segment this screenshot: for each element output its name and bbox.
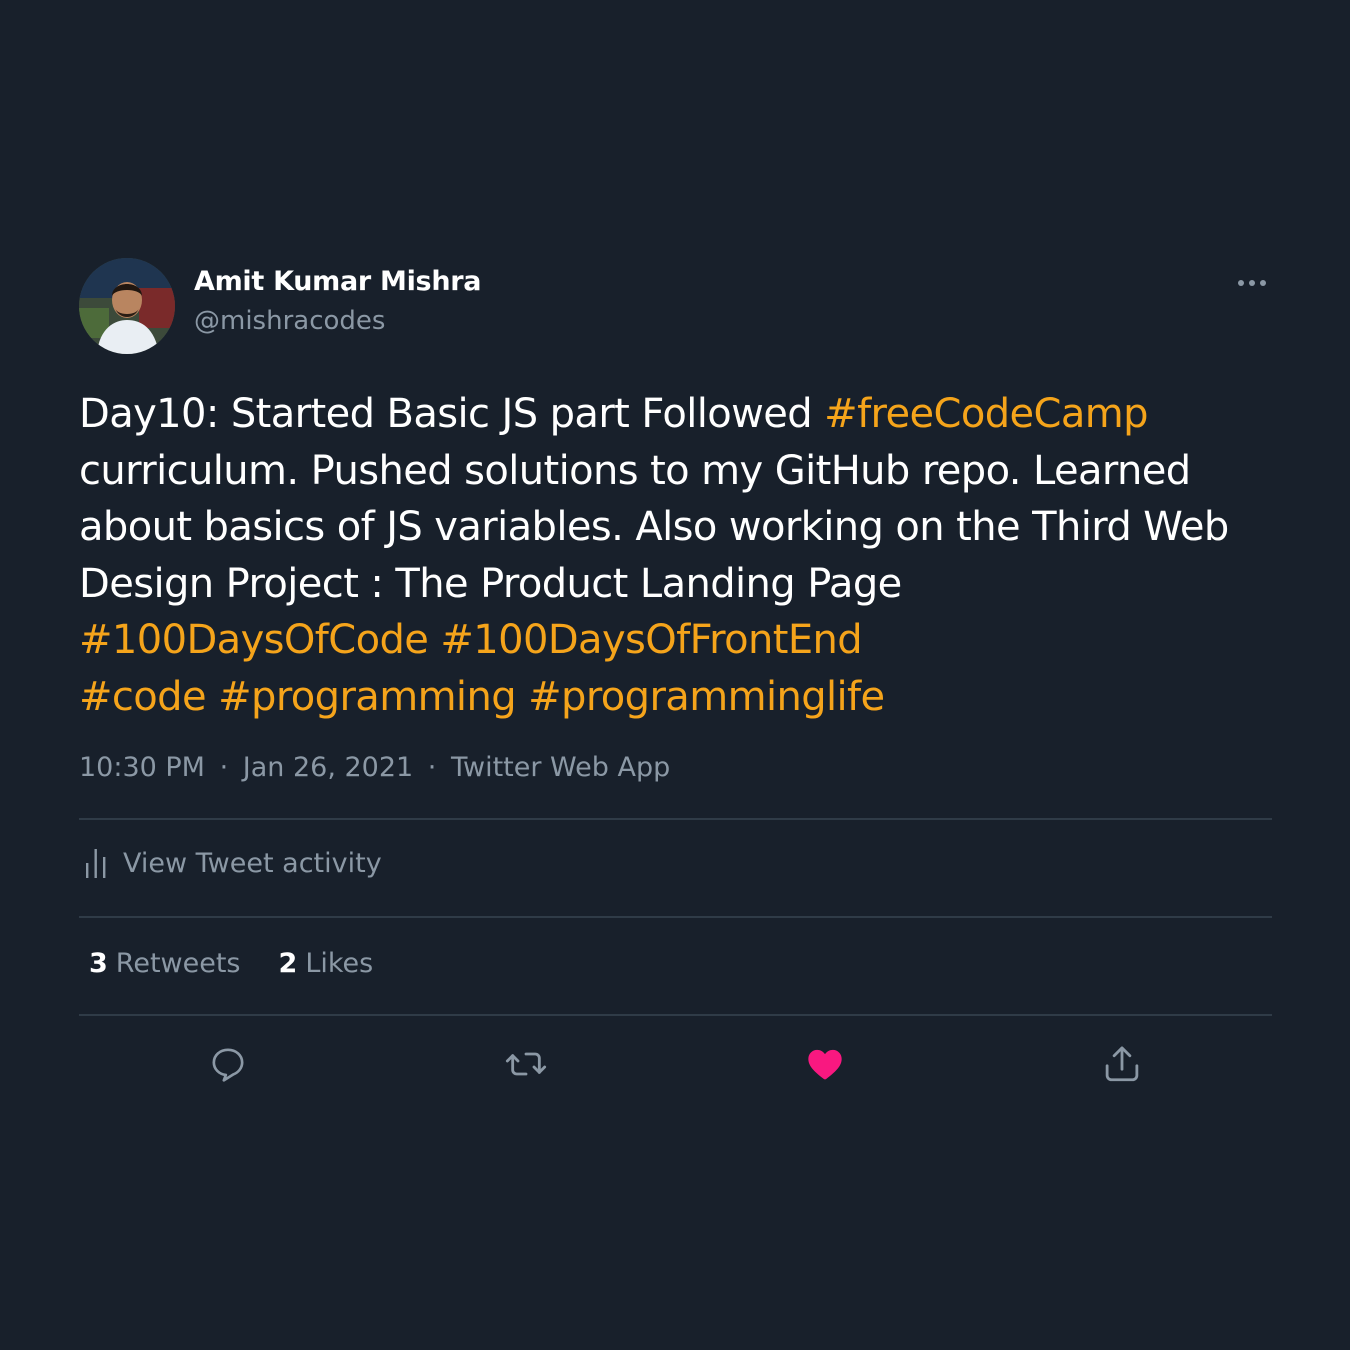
bar-chart-icon xyxy=(85,846,107,880)
tweet-text-line: about basics of JS variables. Also worki… xyxy=(79,499,1272,556)
author-handle[interactable]: @mishracodes xyxy=(194,306,385,336)
share-icon xyxy=(1105,1046,1139,1082)
hashtag-link[interactable]: #code xyxy=(79,674,207,720)
tweet-text: Day10: Started Basic JS part Followed #f… xyxy=(79,386,1272,725)
view-tweet-activity-label: View Tweet activity xyxy=(123,847,382,879)
tweet-card: Amit Kumar Mishra @mishracodes Day10: St… xyxy=(79,258,1272,1082)
view-tweet-activity-link[interactable]: View Tweet activity xyxy=(85,846,382,880)
avatar-photo xyxy=(79,258,175,354)
tweet-header: Amit Kumar Mishra @mishracodes xyxy=(79,258,1272,354)
divider xyxy=(79,1014,1272,1016)
likes-count: 2 xyxy=(278,948,298,979)
retweet-icon xyxy=(505,1052,547,1076)
tweet-stats: 3 Retweets 2 Likes xyxy=(89,948,411,979)
tweet-text-segment xyxy=(516,674,528,720)
likes-label: Likes xyxy=(305,948,374,979)
tweet-text-line: Design Project : The Product Landing Pag… xyxy=(79,556,1272,613)
tweet-text-line: #code #programming #programminglife xyxy=(79,669,1272,726)
tweet-date[interactable]: Jan 26, 2021 xyxy=(243,752,413,783)
retweets-label: Retweets xyxy=(115,948,241,979)
tweet-source[interactable]: Twitter Web App xyxy=(451,752,670,783)
likes-stat[interactable]: 2 Likes xyxy=(279,948,374,979)
reply-button[interactable] xyxy=(206,1042,250,1086)
tweet-text-segment: Design Project : The Product Landing Pag… xyxy=(79,560,902,607)
heart-icon xyxy=(808,1049,842,1080)
tweet-meta: 10:30 PM · Jan 26, 2021 · Twitter Web Ap… xyxy=(79,752,670,783)
meta-separator: · xyxy=(219,752,229,783)
divider xyxy=(79,818,1272,820)
tweet-text-segment: Day10: Started Basic JS part Followed xyxy=(79,391,825,437)
more-options-icon xyxy=(1238,280,1266,286)
tweet-text-segment: curriculum. Pushed solutions to my GitHu… xyxy=(79,447,1191,494)
retweet-button[interactable] xyxy=(504,1042,548,1086)
tweet-text-segment xyxy=(206,674,218,720)
divider xyxy=(79,916,1272,918)
hashtag-link[interactable]: #100DaysOfFrontEnd xyxy=(440,617,862,663)
hashtag-link[interactable]: #programminglife xyxy=(528,674,885,720)
more-options-button[interactable] xyxy=(1232,268,1272,298)
share-button[interactable] xyxy=(1100,1042,1144,1086)
tweet-text-line: Day10: Started Basic JS part Followed #f… xyxy=(79,386,1272,443)
tweet-actions xyxy=(79,1042,1272,1086)
like-button[interactable] xyxy=(803,1042,847,1086)
retweets-stat[interactable]: 3 Retweets xyxy=(89,948,241,979)
retweets-count: 3 xyxy=(89,948,108,979)
hashtag-link[interactable]: #programming xyxy=(218,674,516,720)
meta-separator: · xyxy=(427,752,437,783)
tweet-text-segment: about basics of JS variables. Also worki… xyxy=(79,504,1229,550)
tweet-text-segment xyxy=(428,617,440,663)
tweet-text-line: #100DaysOfCode #100DaysOfFrontEnd xyxy=(79,612,1272,669)
tweet-time[interactable]: 10:30 PM xyxy=(79,752,205,783)
hashtag-link[interactable]: #100DaysOfCode xyxy=(79,617,429,663)
reply-icon xyxy=(212,1048,244,1082)
tweet-text-line: curriculum. Pushed solutions to my GitHu… xyxy=(79,443,1272,500)
hashtag-link[interactable]: #freeCodeCamp xyxy=(824,391,1148,437)
avatar[interactable] xyxy=(79,258,175,354)
author-name[interactable]: Amit Kumar Mishra xyxy=(194,266,481,297)
